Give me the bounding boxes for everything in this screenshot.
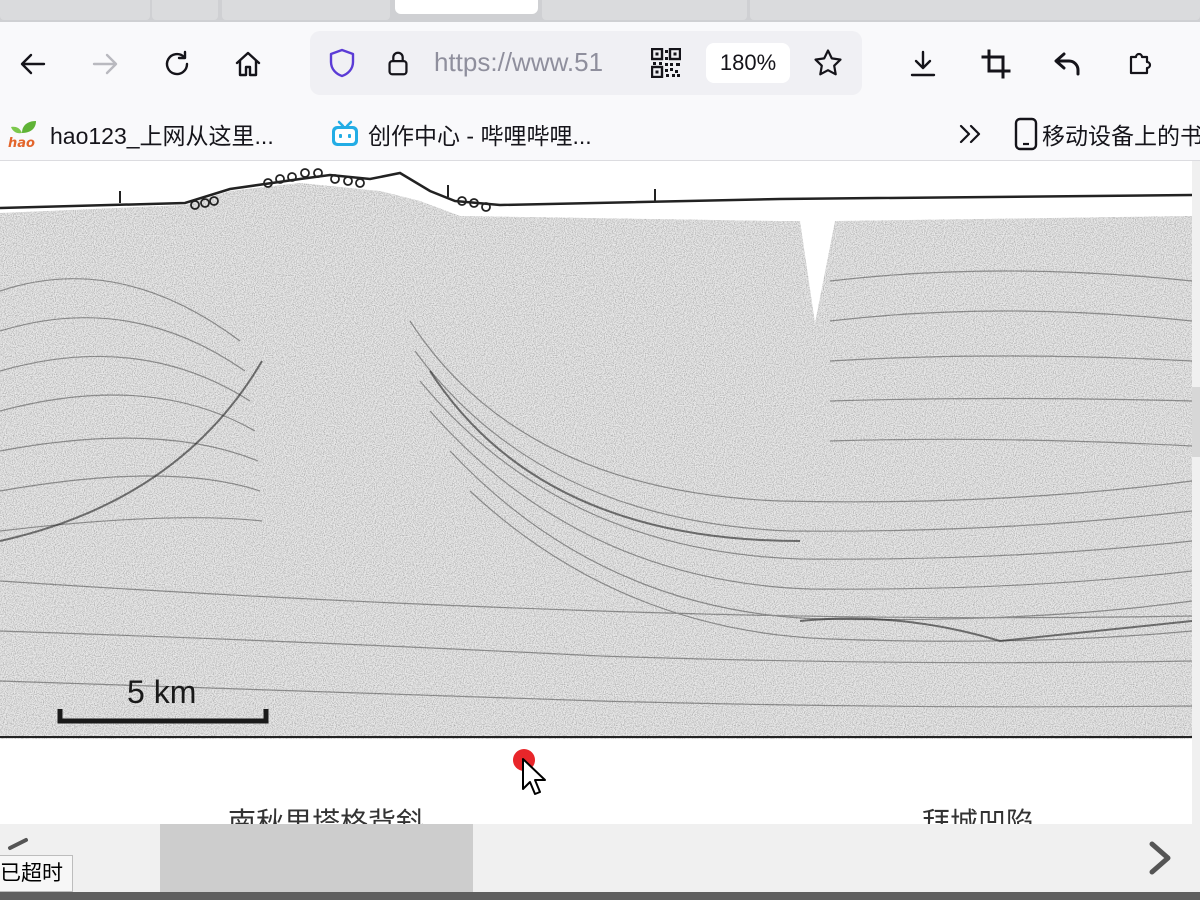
svg-text:hao: hao — [8, 136, 35, 149]
undo-button[interactable] — [1046, 42, 1090, 86]
back-button[interactable] — [11, 42, 55, 86]
forward-button[interactable] — [83, 42, 127, 86]
seismic-section-image: 5 km — [0, 161, 1192, 739]
tracking-protection-button[interactable] — [324, 45, 360, 81]
mobile-bookmarks-label: 移动设备上的书 — [1042, 123, 1200, 149]
bookmark-bilibili[interactable]: 创作中心 - 哔哩哔哩... — [330, 114, 592, 154]
bookmark-star-button[interactable] — [810, 45, 846, 81]
bookmarks-overflow-button[interactable] — [955, 114, 987, 154]
tab-partial-4[interactable] — [542, 0, 747, 20]
tab-partial-2[interactable] — [152, 0, 218, 20]
lock-icon — [388, 51, 408, 76]
address-bar[interactable]: https://www.51 180% — [310, 31, 862, 95]
downloads-button[interactable] — [901, 42, 945, 86]
navigation-toolbar: https://www.51 180% — [0, 22, 1200, 108]
qr-code-button[interactable] — [648, 45, 684, 81]
zoom-reset-button[interactable]: 180% — [706, 43, 790, 83]
tab-partial-1[interactable] — [0, 0, 150, 20]
home-button[interactable] — [226, 42, 270, 86]
url-text[interactable]: https://www.51 — [434, 45, 634, 79]
shield-icon — [329, 48, 355, 78]
scroll-right-button[interactable] — [1140, 838, 1180, 878]
star-icon — [814, 49, 842, 76]
bookmark-label: hao123_上网从这里... — [50, 123, 274, 149]
chevron-left-icon — [8, 838, 28, 850]
scale-bar-label: 5 km — [127, 674, 196, 710]
undo-icon — [1054, 52, 1080, 76]
mobile-bookmarks[interactable]: 移动设备上的书 — [1014, 114, 1200, 154]
caption-left: 南秋里塔格背斜 — [228, 807, 425, 824]
mouse-cursor-icon — [522, 758, 546, 795]
home-icon — [235, 51, 261, 77]
bilibili-tv-icon — [330, 119, 360, 149]
tab-strip — [0, 0, 1200, 22]
chevrons-right-icon — [959, 124, 981, 144]
screenshot-button[interactable] — [974, 42, 1018, 86]
caption-right: 拜城凹陷 — [922, 807, 1035, 824]
back-icon — [20, 53, 46, 75]
extensions-button[interactable] — [1118, 42, 1162, 86]
crop-icon — [981, 49, 1011, 79]
vertical-scrollbar-thumb[interactable] — [1192, 387, 1200, 457]
bookmarks-toolbar: hao hao123_上网从这里... 创作中心 - 哔哩哔哩... 移动设备上… — [0, 108, 1200, 161]
hao123-logo-icon: hao — [8, 119, 42, 149]
qr-code-icon — [651, 48, 681, 78]
mobile-device-icon — [1014, 117, 1038, 151]
bookmark-label: 创作中心 - 哔哩哔哩... — [368, 123, 592, 149]
page-content: 5 km 南秋里塔格背斜 拜城凹陷 — [0, 161, 1200, 824]
tab-partial-5[interactable] — [750, 0, 1200, 20]
download-icon — [910, 50, 936, 77]
tab-partial-3[interactable] — [222, 0, 390, 20]
status-panel: 已超时 — [0, 855, 73, 892]
vertical-scrollbar-track[interactable] — [1192, 161, 1200, 824]
reload-icon — [165, 50, 189, 76]
forward-icon — [92, 53, 118, 75]
window-bottom-edge — [0, 892, 1200, 900]
horizontal-scrollbar-thumb[interactable] — [160, 824, 473, 892]
horizontal-scrollbar[interactable] — [0, 824, 1200, 892]
bookmark-hao123[interactable]: hao hao123_上网从这里... — [8, 114, 274, 154]
tab-active[interactable] — [395, 0, 538, 14]
reload-button[interactable] — [155, 42, 199, 86]
chevron-right-icon — [1149, 841, 1171, 875]
extensions-icon — [1129, 52, 1152, 75]
site-info-button[interactable] — [380, 45, 416, 81]
